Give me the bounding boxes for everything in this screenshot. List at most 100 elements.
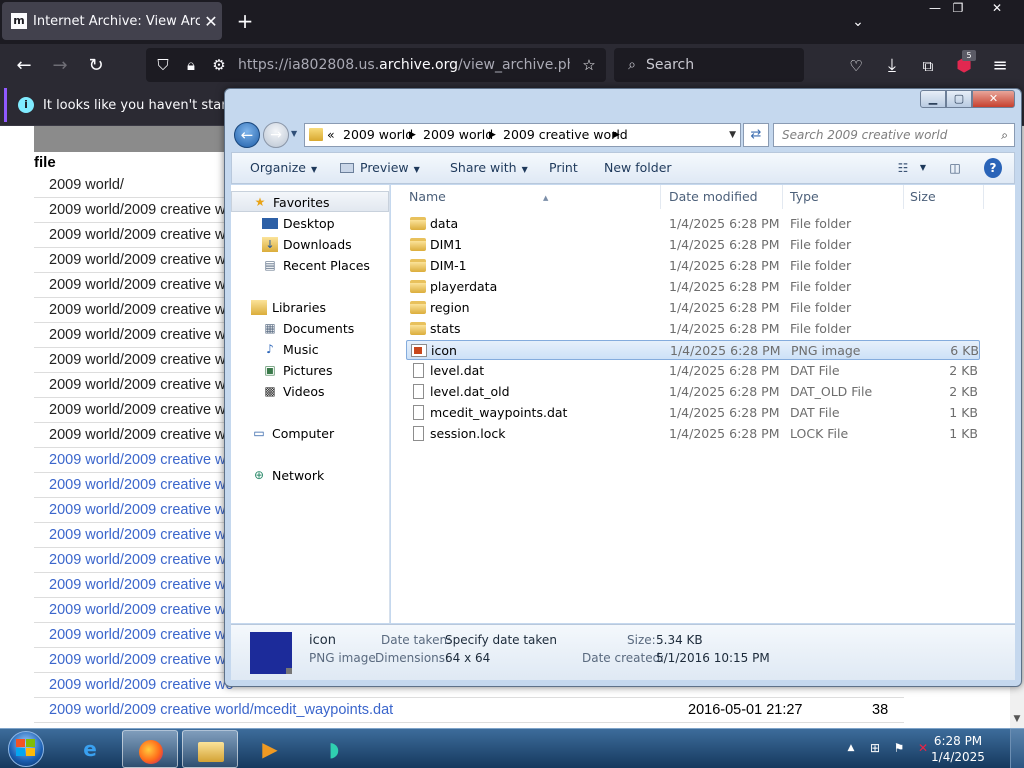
nav-videos[interactable]: ▩ Videos	[231, 381, 389, 402]
organize-button[interactable]: Organize ▼	[250, 153, 317, 183]
start-button[interactable]	[3, 729, 49, 768]
column-header-size[interactable]: Size	[904, 185, 984, 209]
close-browser-icon[interactable]: ✕	[980, 0, 1014, 16]
file-name[interactable]: 2009 world/2009 creative wo	[49, 652, 234, 668]
file-row[interactable]: level.dat 1/4/2025 6:28 PM DAT File 2 KB	[406, 361, 980, 381]
address-bar[interactable]: « 2009 world ▶ 2009 world ▶ 2009 creativ…	[304, 123, 741, 147]
breadcrumb-separator-icon[interactable]: ▶	[409, 124, 416, 146]
shield-icon[interactable]: ⛉	[152, 53, 174, 77]
file-row[interactable]: data 1/4/2025 6:28 PM File folder	[406, 214, 980, 234]
nav-downloads[interactable]: ↓ Downloads	[231, 234, 389, 255]
explorer-forward-button[interactable]: →	[263, 122, 289, 148]
nav-documents[interactable]: ▦ Documents	[231, 318, 389, 339]
file-row[interactable]: playerdata 1/4/2025 6:28 PM File folder	[406, 277, 980, 297]
file-date-modified: 1/4/2025 6:28 PM	[669, 216, 780, 231]
search-bar[interactable]: ⌕ Search	[614, 48, 804, 82]
taskbar-app[interactable]: ◗	[306, 730, 362, 768]
breadcrumb-separator-icon[interactable]: ▶	[489, 124, 496, 146]
close-button[interactable]: ✕	[972, 90, 1015, 108]
tab-list-button[interactable]: ⌄	[846, 10, 870, 34]
nav-computer[interactable]: ▭ Computer	[231, 423, 389, 444]
file-name[interactable]: 2009 world/2009 creative wo	[49, 602, 234, 618]
new-folder-button[interactable]: New folder	[604, 153, 672, 183]
file-row[interactable]: DIM-1 1/4/2025 6:28 PM File folder	[406, 256, 980, 276]
preview-button[interactable]: Preview ▼	[340, 153, 420, 183]
file-name[interactable]: 2009 world/2009 creative wo	[49, 477, 234, 493]
file-date-modified: 1/4/2025 6:28 PM	[669, 258, 780, 273]
recent-pages-dropdown-icon[interactable]: ▼	[291, 129, 301, 141]
nav-favorites[interactable]: ★ Favorites	[231, 191, 389, 212]
breadcrumb-separator-icon[interactable]: ▶	[613, 124, 620, 146]
nav-libraries[interactable]: Libraries	[231, 297, 389, 318]
explorer-back-button[interactable]: ←	[234, 122, 260, 148]
file-name[interactable]: 2009 world/2009 creative wo	[49, 677, 234, 693]
file-name[interactable]: 2009 world/2009 creative wo	[49, 452, 234, 468]
nav-pictures[interactable]: ▣ Pictures	[231, 360, 389, 381]
file-name[interactable]: 2009 world/2009 creative wo	[49, 552, 234, 568]
show-desktop-button[interactable]	[1010, 729, 1024, 768]
tab-internet-archive[interactable]: m Internet Archive: View Archive ✕	[2, 2, 222, 40]
file-name[interactable]: 2009 world/2009 creative world/mcedit_wa…	[49, 702, 393, 718]
url-bar[interactable]: ⛉ 🔒︎ ⚙ https://ia802808.us.archive.org/v…	[146, 48, 606, 82]
action-center-flag-icon[interactable]: ⚑	[890, 739, 908, 757]
breadcrumb-item[interactable]: 2009 world	[343, 124, 413, 146]
back-button[interactable]: ←	[10, 52, 38, 80]
file-row[interactable]: session.lock 1/4/2025 6:28 PM LOCK File 1 K…	[406, 424, 980, 444]
system-clock[interactable]: 6:28 PM 1/4/2025	[928, 733, 988, 765]
column-header-name[interactable]: Name ▲	[403, 185, 661, 209]
file-name[interactable]: 2009 world/2009 creative wo	[49, 502, 234, 518]
bookmark-star-icon[interactable]: ☆	[578, 53, 600, 77]
file-row[interactable]: DIM1 1/4/2025 6:28 PM File folder	[406, 235, 980, 255]
menu-icon[interactable]: ≡	[986, 52, 1014, 80]
lock-icon[interactable]: 🔒︎	[180, 53, 202, 77]
forward-button[interactable]: →	[46, 52, 74, 80]
permissions-icon[interactable]: ⚙	[208, 53, 230, 77]
file-name[interactable]: 2009 world/2009 creative wo	[49, 577, 234, 593]
search-input[interactable]: Search 2009 creative world ⌕	[773, 123, 1015, 147]
file-row[interactable]: level.dat_old 1/4/2025 6:28 PM DAT_OLD Fil…	[406, 382, 980, 402]
nav-music[interactable]: ♪ Music	[231, 339, 389, 360]
date-taken-value[interactable]: Specify date taken	[445, 633, 557, 647]
file-type: File folder	[790, 237, 852, 252]
print-button[interactable]: Print	[549, 153, 578, 183]
address-dropdown-icon[interactable]: ▼	[729, 124, 736, 146]
refresh-button[interactable]: ⇄	[743, 123, 769, 147]
table-row[interactable]: 2009 world/2009 creative world/mcedit_wa…	[34, 698, 904, 723]
file-row[interactable]: stats 1/4/2025 6:28 PM File folder	[406, 319, 980, 339]
nav-network[interactable]: ⊕ Network	[231, 465, 389, 486]
extensions-icon[interactable]: ⧉	[914, 52, 942, 80]
taskbar-internet-explorer[interactable]: e	[62, 730, 118, 768]
show-hidden-icons[interactable]: ▲	[842, 739, 860, 757]
file-name[interactable]: 2009 world/2009 creative wo	[49, 627, 234, 643]
breadcrumb-item[interactable]: 2009 creative world	[503, 124, 628, 146]
maximize-button[interactable]: ▢	[946, 90, 972, 108]
file-row[interactable]: mcedit_waypoints.dat 1/4/2025 6:28 PM DAT …	[406, 403, 980, 423]
minimize-button[interactable]: ▁	[920, 90, 946, 108]
taskbar-explorer[interactable]	[182, 730, 238, 768]
reload-button[interactable]: ↻	[82, 52, 110, 80]
pocket-icon[interactable]: ♡	[842, 52, 870, 80]
taskbar-media-player[interactable]: ▶	[242, 730, 298, 768]
scroll-down-arrow-icon[interactable]: ▼	[1010, 712, 1024, 726]
share-with-button[interactable]: Share with ▼	[450, 153, 528, 183]
url-text[interactable]: https://ia802808.us.archive.org/view_arc…	[238, 48, 570, 82]
breadcrumb-overflow[interactable]: «	[327, 124, 335, 146]
file-name[interactable]: 2009 world/2009 creative wo	[49, 527, 234, 543]
file-row[interactable]: icon 1/4/2025 6:28 PM PNG image 6 KB	[406, 340, 980, 360]
nav-recent-places[interactable]: ▤ Recent Places	[231, 255, 389, 276]
column-header-date-modified[interactable]: Date modified	[663, 185, 783, 209]
close-tab-icon[interactable]: ✕	[200, 12, 222, 31]
column-header-type[interactable]: Type	[784, 185, 904, 209]
restore-browser-icon[interactable]: ❐	[941, 0, 975, 16]
nav-desktop[interactable]: Desktop	[231, 213, 389, 234]
preview-pane-icon[interactable]: ◫	[946, 158, 964, 178]
help-icon[interactable]: ?	[984, 158, 1002, 178]
downloads-icon[interactable]: ⤓	[878, 52, 906, 80]
network-tray-icon[interactable]: ⊞	[866, 739, 884, 757]
breadcrumb-item[interactable]: 2009 world	[423, 124, 493, 146]
view-dropdown-icon[interactable]: ▼	[916, 158, 930, 178]
file-row[interactable]: region 1/4/2025 6:28 PM File folder	[406, 298, 980, 318]
new-tab-button[interactable]: +	[232, 8, 258, 34]
view-options-icon[interactable]: ☷	[894, 158, 912, 178]
taskbar-firefox[interactable]	[122, 730, 178, 768]
